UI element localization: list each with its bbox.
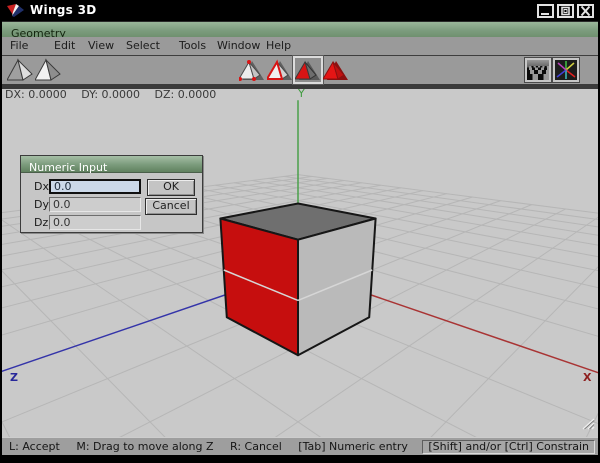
flat-shaded-pyramid-icon[interactable]: [35, 58, 61, 82]
z-axis-label: Z: [10, 371, 18, 384]
dx-field-label: Dx: [34, 180, 49, 193]
dx-readout: DX: 0.0000: [5, 89, 67, 101]
wings3d-logo-icon: [6, 3, 26, 22]
window-title: Wings 3D: [30, 3, 97, 17]
dy-readout: DY: 0.0000: [81, 89, 141, 101]
dx-input[interactable]: [49, 179, 141, 194]
dy-field-label: Dy: [34, 198, 49, 211]
hint-right-click: R: Cancel: [230, 440, 282, 453]
geometry-window-header[interactable]: Geometry: [2, 21, 598, 40]
hint-tab-numeric: [Tab] Numeric entry: [298, 440, 408, 453]
x-axis-label: X: [583, 371, 592, 384]
smooth-shaded-pyramid-icon[interactable]: [7, 58, 33, 82]
constrain-hint: [Shift] and/or [Ctrl] Constrain: [422, 440, 595, 454]
wings3d-window: Wings 3D Geometry File Edit View Select …: [0, 0, 600, 463]
menu-select[interactable]: Select: [126, 37, 160, 55]
dz-input[interactable]: [49, 215, 141, 230]
dialog-title-bar[interactable]: Numeric Input: [21, 156, 202, 174]
maximize-button[interactable]: [557, 4, 574, 18]
mouse-hints: L: Accept M: Drag to move along Z R: Can…: [9, 438, 421, 455]
minimize-button[interactable]: [537, 4, 554, 18]
menu-help[interactable]: Help: [266, 37, 291, 55]
face-select-mode-icon[interactable]: [295, 58, 321, 82]
ground-plane-toggle-icon[interactable]: [524, 57, 552, 83]
vertex-select-mode-icon[interactable]: [239, 58, 265, 82]
dz-field-label: Dz: [34, 216, 49, 229]
toolbar: [2, 56, 598, 84]
dy-input[interactable]: [49, 197, 141, 212]
y-axis-label: Y: [298, 89, 305, 100]
status-bar: L: Accept M: Drag to move along Z R: Can…: [2, 437, 598, 455]
menu-file[interactable]: File: [10, 37, 28, 55]
ok-button[interactable]: OK: [147, 179, 195, 196]
dialog-body: Dx Dy Dz OK Cancel: [21, 173, 202, 233]
numeric-input-dialog: Numeric Input Dx Dy Dz OK Cancel: [20, 155, 203, 233]
resize-grip[interactable]: [581, 415, 595, 434]
dz-readout: DZ: 0.0000: [154, 89, 217, 101]
hint-middle-drag: M: Drag to move along Z: [76, 440, 214, 453]
cancel-button[interactable]: Cancel: [145, 198, 197, 215]
geometry-viewport[interactable]: DX: 0.0000 DY: 0.0000 DZ: 0.0000 Y X Z: [2, 89, 598, 437]
menu-window[interactable]: Window: [217, 37, 260, 55]
menu-view[interactable]: View: [88, 37, 114, 55]
drag-info-line: DX: 0.0000 DY: 0.0000 DZ: 0.0000: [5, 89, 227, 101]
window-bottom-edge: [2, 455, 598, 463]
menu-edit[interactable]: Edit: [54, 37, 75, 55]
close-button[interactable]: [577, 4, 594, 18]
menu-bar: File Edit View Select Tools Window Help: [2, 37, 598, 56]
body-select-mode-icon[interactable]: [323, 58, 349, 82]
hint-left-click: L: Accept: [9, 440, 60, 453]
title-bar: Wings 3D: [2, 0, 598, 21]
axes-toggle-icon[interactable]: [552, 57, 580, 83]
menu-tools[interactable]: Tools: [179, 37, 206, 55]
edge-select-mode-icon[interactable]: [267, 58, 293, 82]
scene-canvas[interactable]: [2, 89, 598, 437]
